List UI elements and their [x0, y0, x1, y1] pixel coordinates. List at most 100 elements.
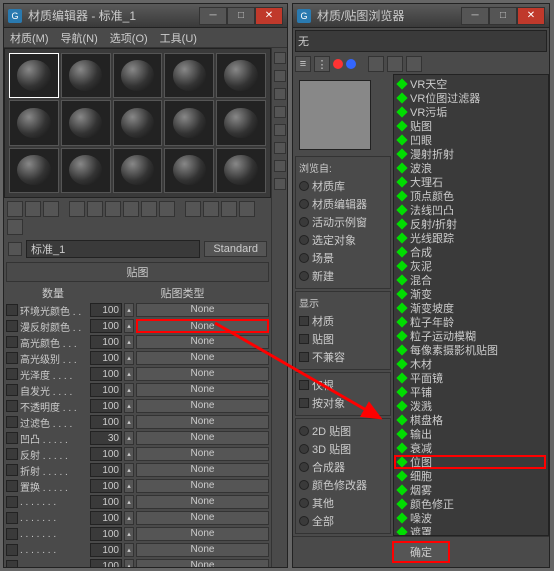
- sample-slot[interactable]: [164, 53, 214, 98]
- option[interactable]: 场景: [299, 249, 387, 267]
- menu-options[interactable]: 选项(O): [110, 30, 148, 46]
- option[interactable]: 材质编辑器: [299, 195, 387, 213]
- map-slot-button[interactable]: None: [136, 367, 269, 381]
- map-enable-checkbox[interactable]: [6, 448, 18, 460]
- option[interactable]: 3D 贴图: [299, 440, 387, 458]
- tree-item[interactable]: 凹眼: [396, 133, 546, 147]
- tree-item[interactable]: 光线跟踪: [396, 231, 546, 245]
- ok-button[interactable]: 确定: [392, 541, 450, 563]
- maximize-button[interactable]: □: [227, 7, 255, 25]
- tree-item[interactable]: 粒子年龄: [396, 315, 546, 329]
- tree-item[interactable]: 木材: [396, 357, 546, 371]
- tool-icon[interactable]: [25, 201, 41, 217]
- view-icon[interactable]: ≡: [295, 56, 311, 72]
- sample-slot[interactable]: [113, 100, 163, 145]
- spinner-buttons[interactable]: ▴: [124, 495, 134, 509]
- map-slot-button[interactable]: None: [136, 527, 269, 541]
- view-icon[interactable]: [387, 56, 403, 72]
- tree-item[interactable]: 噪波: [396, 511, 546, 525]
- tree-item[interactable]: 反射/折射: [396, 217, 546, 231]
- spinner-buttons[interactable]: ▴: [124, 463, 134, 477]
- tree-item[interactable]: 烟雾: [396, 483, 546, 497]
- spinner-buttons[interactable]: ▴: [124, 527, 134, 541]
- tree-item[interactable]: 平铺: [396, 385, 546, 399]
- map-slot-button[interactable]: None: [136, 431, 269, 445]
- sample-slot[interactable]: [61, 100, 111, 145]
- map-enable-checkbox[interactable]: [6, 352, 18, 364]
- tree-item[interactable]: 输出: [396, 427, 546, 441]
- spinner-buttons[interactable]: ▴: [124, 399, 134, 413]
- map-amount-spinner[interactable]: 100: [90, 495, 122, 509]
- tool-icon[interactable]: [7, 219, 23, 235]
- map-amount-spinner[interactable]: 100: [90, 511, 122, 525]
- menu-tools[interactable]: 工具(U): [160, 30, 197, 46]
- map-enable-checkbox[interactable]: [6, 464, 18, 476]
- shader-button[interactable]: Standard: [204, 241, 267, 257]
- tree-item[interactable]: 渐变坡度: [396, 301, 546, 315]
- map-amount-spinner[interactable]: 100: [90, 527, 122, 541]
- map-amount-spinner[interactable]: 100: [90, 335, 122, 349]
- tree-item[interactable]: 贴图: [396, 119, 546, 133]
- tree-item[interactable]: 衰减: [396, 441, 546, 455]
- rollup-maps[interactable]: 贴图: [6, 262, 269, 282]
- map-enable-checkbox[interactable]: [6, 560, 18, 567]
- map-amount-spinner[interactable]: 100: [90, 479, 122, 493]
- tool-icon[interactable]: [141, 201, 157, 217]
- spinner-buttons[interactable]: ▴: [124, 431, 134, 445]
- sample-slot[interactable]: [216, 100, 266, 145]
- tree-item[interactable]: 灰泥: [396, 259, 546, 273]
- material-name-input[interactable]: [26, 240, 200, 258]
- tool-icon[interactable]: [221, 201, 237, 217]
- map-enable-checkbox[interactable]: [6, 336, 18, 348]
- tree-item[interactable]: 颜色修正: [396, 497, 546, 511]
- strip-icon[interactable]: [274, 178, 286, 190]
- tool-icon[interactable]: [43, 201, 59, 217]
- map-slot-button[interactable]: None: [136, 511, 269, 525]
- maximize-button[interactable]: □: [489, 7, 517, 25]
- spinner-buttons[interactable]: ▴: [124, 303, 134, 317]
- option[interactable]: 颜色修改器: [299, 476, 387, 494]
- option[interactable]: 材质: [299, 312, 387, 330]
- map-enable-checkbox[interactable]: [6, 496, 18, 508]
- tree-item[interactable]: 合成: [396, 245, 546, 259]
- map-amount-spinner[interactable]: 100: [90, 463, 122, 477]
- tree-item[interactable]: 棋盘格: [396, 413, 546, 427]
- map-enable-checkbox[interactable]: [6, 480, 18, 492]
- map-amount-spinner[interactable]: 30: [90, 431, 122, 445]
- tree-item[interactable]: 遮罩: [396, 525, 546, 536]
- map-amount-spinner[interactable]: 100: [90, 383, 122, 397]
- map-slot-button[interactable]: None: [136, 335, 269, 349]
- option[interactable]: 其他: [299, 494, 387, 512]
- spinner-buttons[interactable]: ▴: [124, 479, 134, 493]
- tool-icon[interactable]: [69, 201, 85, 217]
- menu-nav[interactable]: 导航(N): [61, 30, 98, 46]
- close-button[interactable]: ✕: [255, 7, 283, 25]
- tree-item[interactable]: 顶点颜色: [396, 189, 546, 203]
- sample-slot[interactable]: [216, 53, 266, 98]
- sample-slot[interactable]: [113, 53, 163, 98]
- tree-item[interactable]: 细胞: [396, 469, 546, 483]
- map-enable-checkbox[interactable]: [6, 544, 18, 556]
- option[interactable]: 不兼容: [299, 348, 387, 366]
- map-slot-button[interactable]: None: [136, 479, 269, 493]
- view-icon[interactable]: ⋮: [314, 56, 330, 72]
- strip-icon[interactable]: [274, 124, 286, 136]
- tree-item[interactable]: 法线凹凸: [396, 203, 546, 217]
- map-amount-spinner[interactable]: 100: [90, 543, 122, 557]
- tool-icon[interactable]: [185, 201, 201, 217]
- map-slot-button[interactable]: None: [136, 303, 269, 317]
- tool-icon[interactable]: [87, 201, 103, 217]
- spinner-buttons[interactable]: ▴: [124, 543, 134, 557]
- strip-icon[interactable]: [274, 70, 286, 82]
- map-enable-checkbox[interactable]: [6, 400, 18, 412]
- spinner-buttons[interactable]: ▴: [124, 335, 134, 349]
- map-slot-button[interactable]: None: [136, 399, 269, 413]
- sample-slot[interactable]: [164, 100, 214, 145]
- tree-item[interactable]: 混合: [396, 273, 546, 287]
- menu-material[interactable]: 材质(M): [10, 30, 49, 46]
- option[interactable]: 贴图: [299, 330, 387, 348]
- tool-icon[interactable]: [203, 201, 219, 217]
- strip-icon[interactable]: [274, 88, 286, 100]
- view-icon[interactable]: [368, 56, 384, 72]
- map-amount-spinner[interactable]: 100: [90, 415, 122, 429]
